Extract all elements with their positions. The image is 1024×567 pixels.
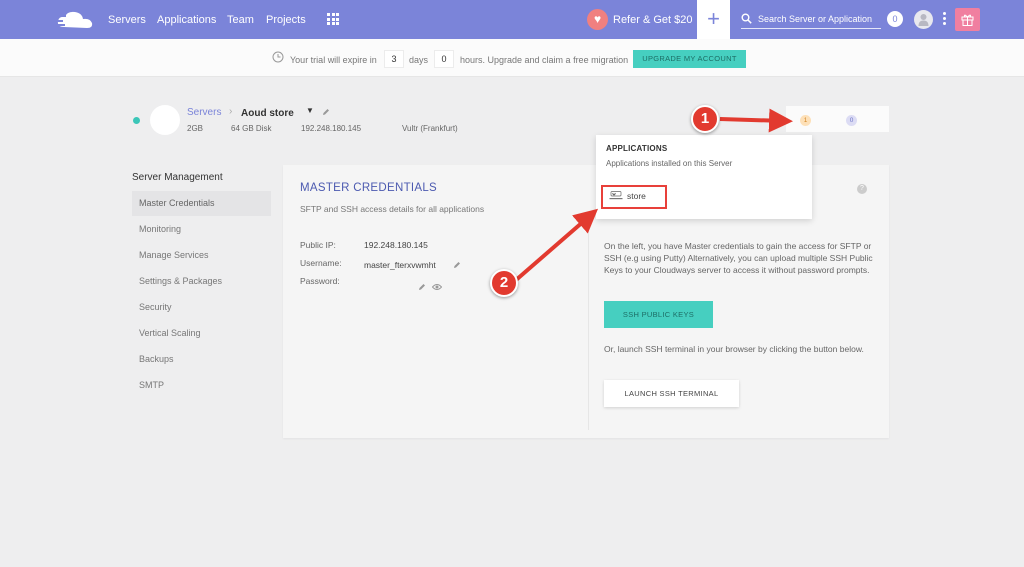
server-switch-caret-icon[interactable]: ▼	[306, 106, 314, 115]
edit-password-icon[interactable]	[418, 283, 426, 291]
sidebar-item-monitoring[interactable]: Monitoring	[132, 217, 271, 242]
help-icon[interactable]: ?	[857, 184, 867, 194]
username-value: master_fterxvwmht	[364, 260, 436, 270]
server-avatar	[150, 105, 180, 135]
notifications-badge[interactable]: 0	[887, 11, 903, 27]
breadcrumb-separator: ›	[229, 106, 233, 117]
sidebar-item-vertical-scaling[interactable]: Vertical Scaling	[132, 321, 271, 346]
apps-grid-icon[interactable]	[327, 13, 339, 25]
search-input[interactable]	[758, 11, 881, 27]
woocommerce-logo-icon	[609, 191, 623, 200]
search-box	[741, 11, 881, 29]
trial-prefix: Your trial will expire in	[290, 55, 377, 65]
sidebar-item-master-credentials[interactable]: Master Credentials	[132, 191, 271, 216]
applications-count-badge[interactable]: 1	[800, 115, 811, 126]
sidebar-item-settings-packages[interactable]: Settings & Packages	[132, 269, 271, 294]
server-disk: 64 GB Disk	[231, 124, 272, 133]
sidebar-item-security[interactable]: Security	[132, 295, 271, 320]
sidebar-item-manage-services[interactable]: Manage Services	[132, 243, 271, 268]
sidebar-title: Server Management	[132, 172, 223, 183]
server-provider: Vultr (Frankfurt)	[402, 124, 458, 133]
application-name: store	[627, 191, 646, 201]
card-subtitle: SFTP and SSH access details for all appl…	[300, 204, 485, 214]
server-ram: 2GB	[187, 124, 204, 133]
launch-ssh-terminal-button[interactable]: LAUNCH SSH TERMINAL	[604, 380, 739, 407]
trial-days-label: days	[409, 55, 429, 65]
breadcrumb-server-name[interactable]: Aoud store	[241, 108, 294, 119]
breadcrumb-servers[interactable]: Servers	[187, 107, 221, 118]
cloudways-logo[interactable]	[54, 9, 96, 31]
nav-team[interactable]: Team	[227, 14, 254, 26]
show-password-eye-icon[interactable]	[432, 283, 442, 291]
user-icon	[918, 14, 929, 26]
trial-suffix: hours. Upgrade and claim a free migratio…	[460, 55, 629, 65]
sidebar-item-smtp[interactable]: SMTP	[132, 373, 271, 398]
server-status-dot	[133, 117, 140, 124]
password-label: Password:	[300, 276, 340, 286]
nav-applications[interactable]: Applications	[157, 14, 216, 26]
launch-terminal-text: Or, launch SSH terminal in your browser …	[604, 344, 864, 354]
trial-days-value: 3	[384, 50, 404, 68]
upgrade-button[interactable]: UPGRADE MY ACCOUNT	[633, 50, 746, 68]
trial-hours-value: 0	[434, 50, 454, 68]
ssh-public-keys-button[interactable]: SSH PUBLIC KEYS	[604, 301, 713, 328]
heart-icon[interactable]: ♥	[587, 9, 608, 30]
nav-servers[interactable]: Servers	[108, 14, 146, 26]
gift-icon	[961, 14, 974, 26]
add-button[interactable]: +	[697, 0, 730, 39]
sidebar-item-backups[interactable]: Backups	[132, 347, 271, 372]
refer-link[interactable]: Refer & Get $20	[613, 14, 693, 26]
dropdown-title: APPLICATIONS	[606, 144, 668, 153]
public-ip-value: 192.248.180.145	[364, 240, 428, 250]
edit-username-icon[interactable]	[453, 261, 461, 269]
clock-icon	[272, 51, 284, 63]
server-ip: 192.248.180.145	[301, 124, 362, 133]
annotation-marker-2: 2	[490, 269, 518, 297]
dropdown-subtitle: Applications installed on this Server	[606, 159, 733, 168]
ssh-info-text: On the left, you have Master credentials…	[604, 241, 873, 276]
gift-button[interactable]	[955, 8, 980, 31]
user-avatar[interactable]	[914, 10, 933, 29]
top-navbar: Servers Applications Team Projects ♥ Ref…	[0, 0, 1024, 39]
other-count-badge[interactable]: 0	[846, 115, 857, 126]
trial-banner: Your trial will expire in 3 days 0 hours…	[0, 39, 1024, 77]
card-divider	[588, 230, 589, 430]
more-menu-icon[interactable]	[943, 12, 947, 27]
username-label: Username:	[300, 258, 342, 268]
nav-projects[interactable]: Projects	[266, 14, 306, 26]
card-title: MASTER CREDENTIALS	[300, 182, 438, 194]
application-item-store[interactable]: store	[601, 185, 667, 209]
annotation-marker-1: 1	[691, 105, 719, 133]
public-ip-label: Public IP:	[300, 240, 336, 250]
annotation-arrow-1	[719, 108, 793, 133]
edit-server-name-icon[interactable]	[322, 108, 330, 116]
search-icon	[741, 13, 752, 24]
server-counts-bar: 1 0	[786, 106, 889, 132]
